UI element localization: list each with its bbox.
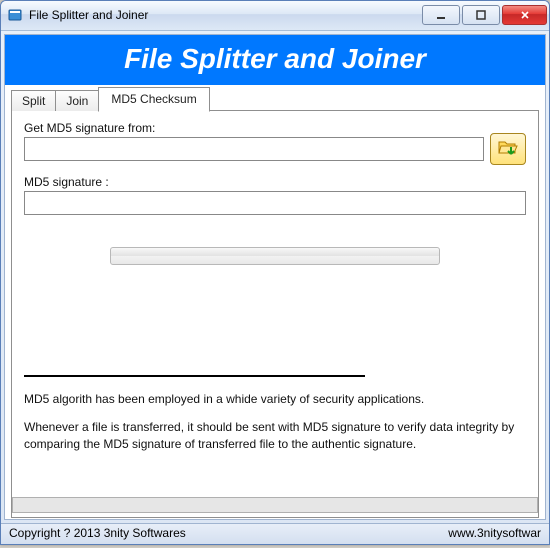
window-controls: [422, 5, 547, 25]
divider: [24, 375, 365, 377]
file-path-input[interactable]: [24, 137, 484, 161]
description-paragraph-2: Whenever a file is transferred, it shoul…: [24, 419, 526, 453]
banner-title: File Splitter and Joiner: [5, 35, 545, 85]
from-label: Get MD5 signature from:: [24, 121, 526, 135]
description: MD5 algorith has been employed in a whid…: [24, 391, 526, 465]
website-text: www.3nitysoftwar: [448, 526, 541, 540]
browse-button[interactable]: [490, 133, 526, 165]
titlebar[interactable]: File Splitter and Joiner: [1, 1, 549, 31]
app-window: File Splitter and Joiner File Splitter a…: [0, 0, 550, 545]
tab-strip: Split Join MD5 Checksum: [11, 87, 539, 111]
tab-join[interactable]: Join: [55, 90, 99, 111]
app-icon: [7, 7, 23, 23]
signature-row: [24, 191, 526, 215]
bottom-spacer-bar: [12, 497, 538, 513]
tab-split[interactable]: Split: [11, 90, 56, 111]
window-title: File Splitter and Joiner: [29, 8, 422, 22]
signature-label: MD5 signature :: [24, 175, 526, 189]
tabs-area: Split Join MD5 Checksum Get MD5 signatur…: [5, 85, 545, 519]
from-row: [24, 137, 526, 165]
client-area: File Splitter and Joiner Split Join MD5 …: [4, 34, 546, 520]
tab-md5-checksum[interactable]: MD5 Checksum: [98, 87, 209, 112]
maximize-button[interactable]: [462, 5, 500, 25]
statusbar: Copyright ? 2013 3nity Softwares www.3ni…: [1, 523, 549, 544]
minimize-button[interactable]: [422, 5, 460, 25]
copyright-text: Copyright ? 2013 3nity Softwares: [9, 526, 186, 540]
md5-signature-input[interactable]: [24, 191, 526, 215]
description-paragraph-1: MD5 algorith has been employed in a whid…: [24, 391, 526, 408]
tab-panel-md5: Get MD5 signature from: MD5 signa: [11, 110, 539, 518]
folder-open-icon: [497, 137, 519, 160]
progress-bar: [110, 247, 440, 265]
close-button[interactable]: [502, 5, 547, 25]
